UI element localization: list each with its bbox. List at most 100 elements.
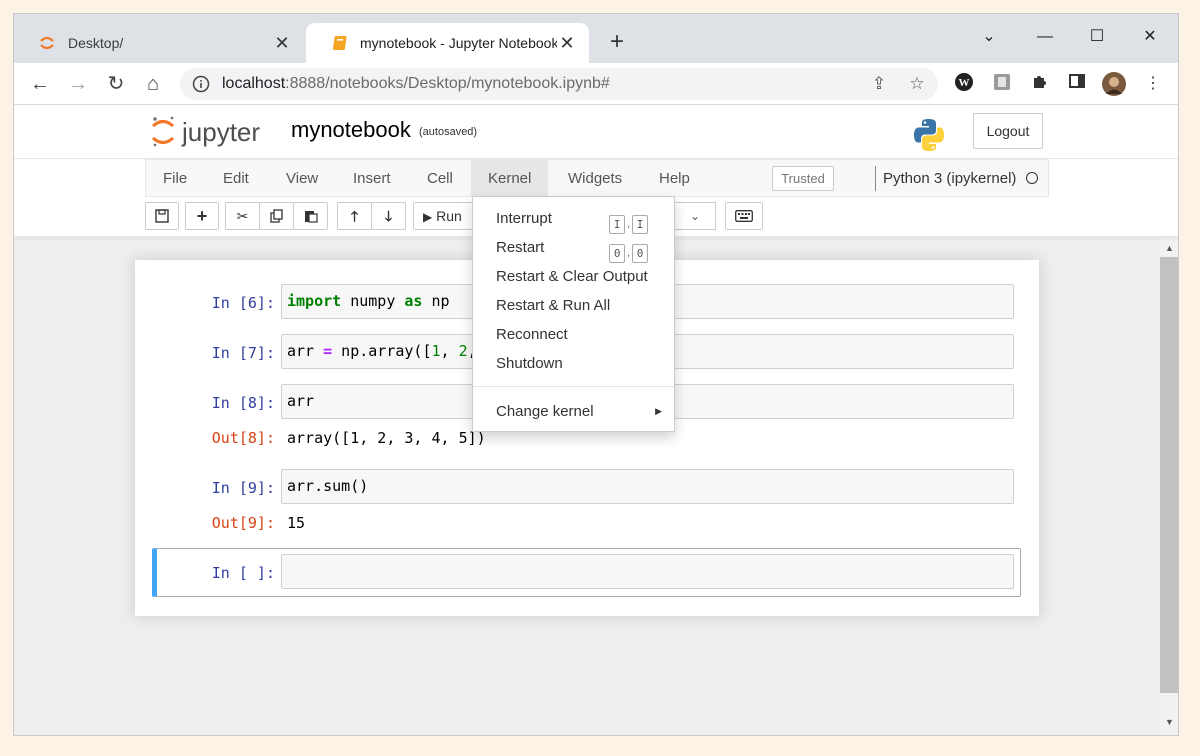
menu-file[interactable]: File [146,160,204,197]
extension-icon[interactable] [990,72,1014,96]
out-prompt: Out[9]: [211,514,275,532]
chevron-down-icon[interactable]: ⌄ [964,22,1014,52]
share-icon[interactable]: ⇪ [868,74,890,94]
more-menu-icon[interactable]: ⋮ [1141,72,1165,96]
cell-output: 15 [287,514,306,532]
in-prompt: In [6]: [211,294,275,312]
save-icon [155,209,169,223]
arrow-up-icon: 🡑 [350,208,359,224]
menu-kernel[interactable]: Kernel [471,160,549,197]
new-tab-icon[interactable]: + [604,29,630,55]
run-button[interactable]: ▶ Run [413,202,473,230]
scissors-icon: ✂ [236,208,249,224]
kernel-indicator: Python 3 (ipykernel) [875,166,1039,191]
maximize-icon[interactable]: ☐ [1072,22,1122,52]
cell-output: array([1, 2, 3, 4, 5]) [287,429,486,447]
add-cell-button[interactable]: + [185,202,219,230]
menu-view[interactable]: View [269,160,335,197]
puzzle-icon[interactable] [1028,72,1052,96]
move-down-button[interactable]: 🡓 [371,202,406,230]
notebook-name[interactable]: mynotebook [291,117,411,143]
tab-desktop[interactable]: Desktop/ ✕ [14,23,304,63]
cell-type-select[interactable]: ⌄ [675,202,716,230]
tab-title: mynotebook - Jupyter Notebook [360,35,557,51]
shortcut-key: I [632,215,648,234]
kernel-menu-dropdown: Interrupt I,I Restart 0,0 Restart & Clea… [472,196,675,432]
run-label: Run [436,208,462,224]
code-cell-input[interactable] [281,554,1014,589]
back-icon[interactable]: ← [26,70,54,98]
forward-icon[interactable]: → [64,70,92,98]
code-cell-input[interactable]: arr.sum() [281,469,1014,504]
shortcut-key: 0 [632,244,648,263]
menu-item-change-kernel[interactable]: Change kernel ▶ [473,397,674,426]
copy-button[interactable] [259,202,294,230]
cut-button[interactable]: ✂ [225,202,260,230]
menu-item-shutdown[interactable]: Shutdown [473,349,674,378]
in-prompt: In [ ]: [211,564,275,582]
side-panel-icon[interactable] [1065,72,1089,96]
menu-item-restart-run-all[interactable]: Restart & Run All [473,291,674,320]
jupyter-logo[interactable]: jupyter [149,114,279,150]
info-icon [192,75,210,93]
in-prompt: In [8]: [211,394,275,412]
paste-icon [304,211,318,223]
menu-edit[interactable]: Edit [206,160,266,197]
play-icon: ▶ [423,210,433,224]
logo-text: jupyter [181,117,260,147]
copy-icon [269,209,283,223]
shortcut-key: 0 [609,244,626,263]
out-prompt: Out[8]: [211,429,275,447]
menubar: File Edit View Insert Cell Kernel Widget… [145,159,1049,197]
chevron-down-icon: ⌄ [689,209,701,223]
autosave-status: (autosaved) [419,126,478,138]
menu-item-restart-clear-output[interactable]: Restart & Clear Output [473,262,674,291]
menu-item-interrupt[interactable]: Interrupt I,I [473,204,674,234]
scrollbar-thumb[interactable] [1160,257,1178,693]
kernel-idle-icon [1026,172,1039,184]
jupyter-favicon [40,36,54,50]
bookmark-star-icon[interactable]: ☆ [906,74,928,94]
navigation-bar: ← → ↻ ⌂ localhost:8888/notebooks/Desktop… [14,63,1178,105]
logout-button[interactable]: Logout [973,113,1043,149]
home-icon[interactable]: ⌂ [139,70,167,98]
in-prompt: In [7]: [211,344,275,362]
scroll-down-icon[interactable]: ▼ [1159,714,1178,730]
tab-mynotebook[interactable]: mynotebook - Jupyter Notebook ✕ [306,23,589,63]
wordpress-extension-icon[interactable]: W [952,72,976,96]
address-bar[interactable]: localhost:8888/notebooks/Desktop/mynoteb… [180,68,938,100]
save-button[interactable] [145,202,179,230]
menu-item-restart[interactable]: Restart 0,0 [473,233,674,263]
shortcut-key: I [609,215,626,234]
menu-divider [473,386,674,387]
submenu-caret-icon: ▶ [655,406,662,416]
close-tab-icon[interactable]: ✕ [272,33,292,54]
menu-item-label: Restart [496,239,545,256]
url-host: localhost [222,75,286,92]
profile-avatar[interactable] [1102,72,1126,96]
menu-item-label: Change kernel [496,403,594,420]
paste-button[interactable] [293,202,328,230]
reload-icon[interactable]: ↻ [102,70,130,98]
close-tab-icon[interactable]: ✕ [557,33,577,54]
minimize-icon[interactable]: — [1020,22,1070,52]
move-up-button[interactable]: 🡑 [337,202,372,230]
menu-item-label: Interrupt [496,210,552,227]
plus-icon: + [196,206,208,226]
in-prompt: In [9]: [211,479,275,497]
browser-window: Desktop/ ✕ mynotebook - Jupyter Notebook… [13,13,1179,736]
notebook-favicon [332,36,347,50]
keyboard-icon [735,210,753,222]
menu-cell[interactable]: Cell [410,160,470,197]
menu-item-reconnect[interactable]: Reconnect [473,320,674,349]
scroll-up-icon[interactable]: ▲ [1159,240,1178,256]
menu-insert[interactable]: Insert [336,160,408,197]
trusted-badge[interactable]: Trusted [772,166,834,191]
svg-text:W: W [959,77,970,89]
python-logo-icon [914,119,944,151]
tab-strip: Desktop/ ✕ mynotebook - Jupyter Notebook… [14,14,1178,63]
close-window-icon[interactable]: ✕ [1125,22,1175,52]
menu-widgets[interactable]: Widgets [551,160,639,197]
command-palette-button[interactable] [725,202,763,230]
menu-help[interactable]: Help [642,160,707,197]
